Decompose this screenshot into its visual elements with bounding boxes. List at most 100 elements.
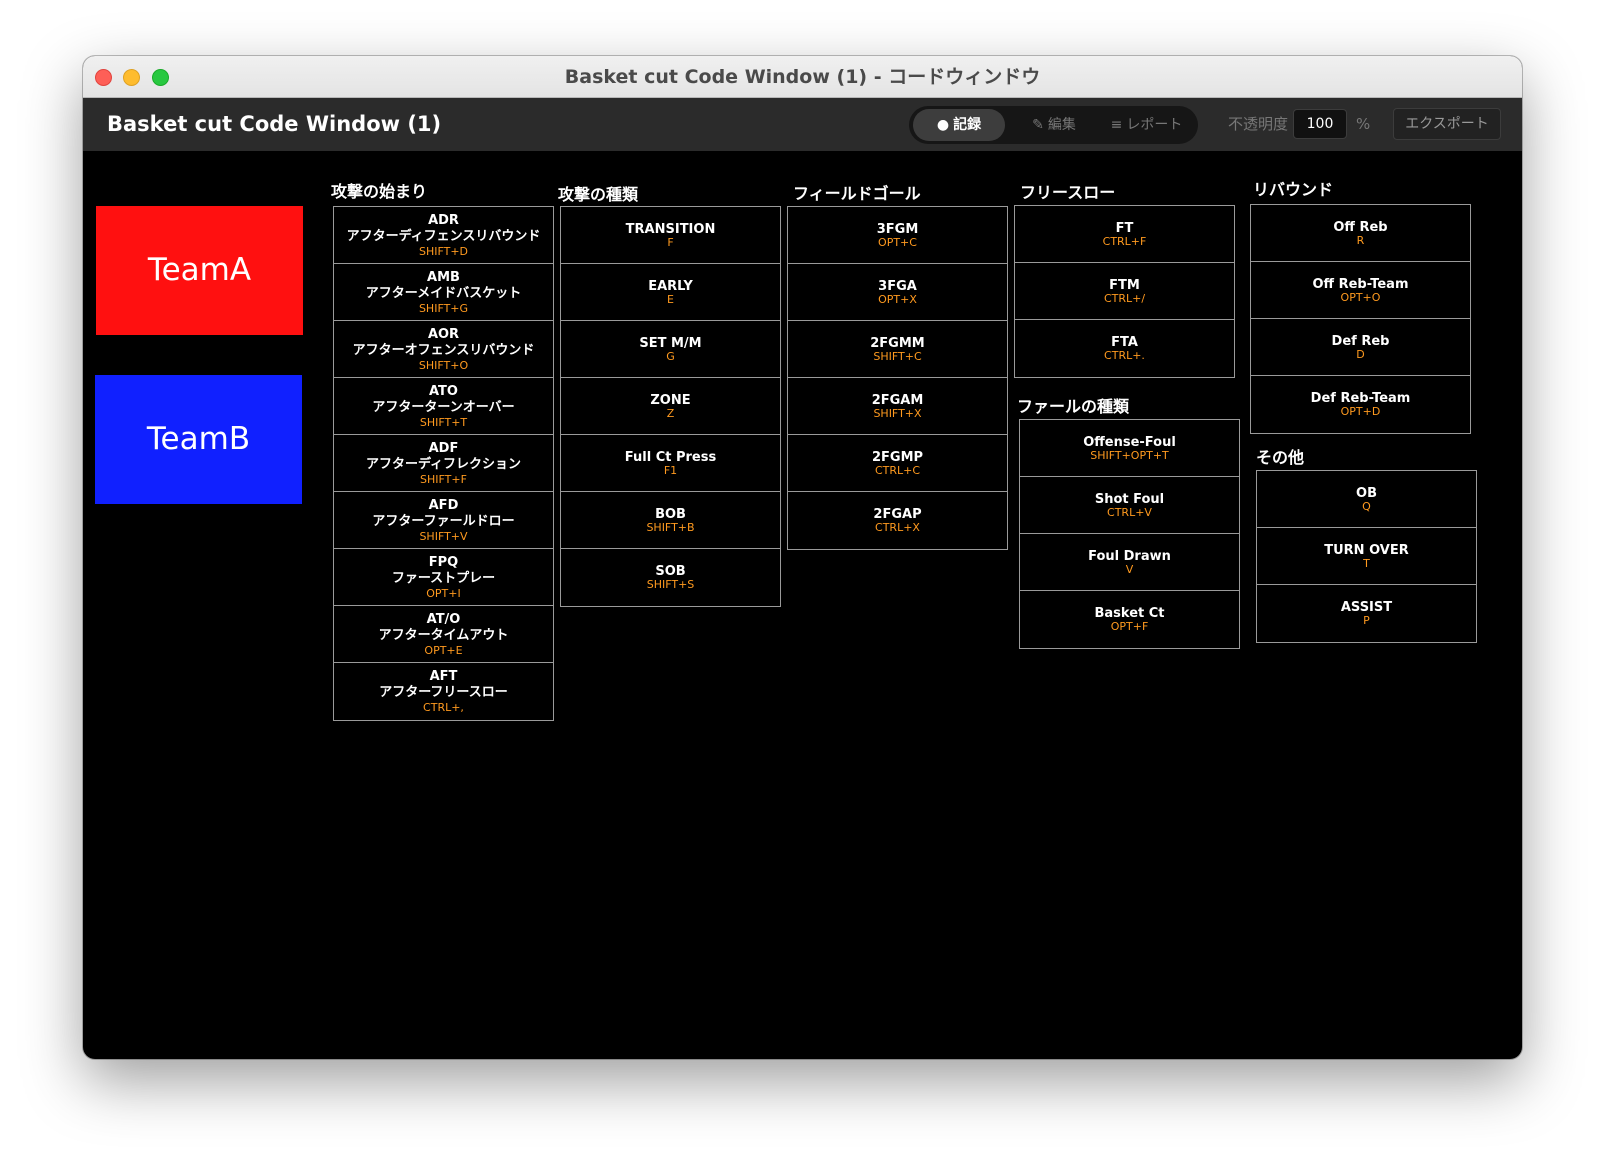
- team-a-button[interactable]: TeamA: [96, 206, 303, 335]
- shortcut-key: CTRL+,: [423, 701, 464, 714]
- code-button-attack-start[interactable]: AFT アフターフリースロー CTRL+,: [334, 663, 553, 720]
- code-name: FTM: [1109, 277, 1140, 293]
- code-name: Basket Ct: [1094, 606, 1165, 621]
- code-button-free-throw[interactable]: FT CTRL+F: [1015, 206, 1234, 263]
- section-title-attack-start: 攻撃の始まり: [331, 182, 428, 201]
- code-name: Full Ct Press: [624, 449, 717, 465]
- code-name: TRANSITION: [625, 221, 716, 237]
- code-button-foul-type[interactable]: Foul Drawn V: [1020, 534, 1239, 591]
- mode-switcher: ● 記録 ✎ 編集 ≡ レポート: [909, 106, 1198, 144]
- shortcut-key: F1: [663, 463, 678, 477]
- code-button-attack-type[interactable]: SOB SHIFT+S: [561, 549, 780, 606]
- code-name: 3FGM: [876, 221, 919, 237]
- shortcut-key: F: [667, 235, 674, 249]
- code-button-attack-type[interactable]: EARLY E: [561, 264, 780, 321]
- record-mode-label: 記録: [953, 117, 982, 133]
- section-title-free-throw: フリースロー: [1020, 183, 1116, 202]
- code-button-foul-type[interactable]: Shot Foul CTRL+V: [1020, 477, 1239, 534]
- other-code-list: OB Q TURN OVER T ASSIST P: [1256, 470, 1477, 643]
- shortcut-key: SHIFT+T: [419, 415, 468, 429]
- code-button-other[interactable]: ASSIST P: [1257, 585, 1476, 642]
- opacity-label: 不透明度: [1228, 115, 1289, 133]
- code-button-attack-start[interactable]: ATO アフターターンオーバー SHIFT+T: [334, 378, 553, 435]
- attack-start-code-list: ADR アフターディフェンスリバウンド SHIFT+D AMB アフターメイドバスケット…: [333, 206, 554, 721]
- app-title: Basket cut Code Window (1): [107, 112, 442, 136]
- code-button-field-goal[interactable]: 2FGMM SHIFT+C: [788, 321, 1007, 378]
- code-button-foul-type[interactable]: Basket Ct OPT+F: [1020, 591, 1239, 648]
- code-button-attack-type[interactable]: BOB SHIFT+B: [561, 492, 780, 549]
- opacity-input[interactable]: [1293, 109, 1347, 139]
- code-name: SOB: [655, 564, 686, 579]
- code-button-attack-type[interactable]: TRANSITION F: [561, 207, 780, 264]
- edit-mode-label: 編集: [1047, 117, 1076, 133]
- code-button-attack-start[interactable]: FPQ ファーストプレー OPT+I: [334, 549, 553, 606]
- code-name: Offense-Foul: [1083, 434, 1176, 450]
- code-name: ATO: [429, 383, 458, 399]
- shortcut-key: CTRL+F: [1102, 234, 1147, 248]
- shortcut-key: SHIFT+S: [646, 578, 695, 591]
- code-button-foul-type[interactable]: Offense-Foul SHIFT+OPT+T: [1020, 420, 1239, 477]
- code-description: アフターフリースロー: [379, 685, 508, 700]
- report-mode-button[interactable]: ≡ レポート: [1099, 109, 1194, 141]
- code-name: ASSIST: [1340, 600, 1393, 615]
- code-button-field-goal[interactable]: 2FGAP CTRL+X: [788, 492, 1007, 549]
- code-button-attack-start[interactable]: AFD アフターファールドロー SHIFT+V: [334, 492, 553, 549]
- code-name: AT/O: [426, 611, 461, 627]
- code-button-attack-start[interactable]: ADF アフターディフレクション SHIFT+F: [334, 435, 553, 492]
- shortcut-key: Z: [666, 406, 675, 420]
- code-button-rebound[interactable]: Off Reb R: [1251, 205, 1470, 262]
- list-icon: ≡: [1110, 117, 1123, 133]
- code-button-attack-type[interactable]: ZONE Z: [561, 378, 780, 435]
- code-name: AFT: [429, 669, 458, 684]
- code-button-attack-start[interactable]: AMB アフターメイドバスケット SHIFT+G: [334, 264, 553, 321]
- code-button-attack-start[interactable]: ADR アフターディフェンスリバウンド SHIFT+D: [334, 207, 553, 264]
- code-name: AOR: [427, 326, 460, 342]
- shortcut-key: SHIFT+O: [418, 358, 469, 372]
- code-button-rebound[interactable]: Def Reb-Team OPT+D: [1251, 376, 1470, 433]
- code-description: アフターターンオーバー: [372, 399, 515, 415]
- code-button-attack-start[interactable]: AOR アフターオフェンスリバウンド SHIFT+O: [334, 321, 553, 378]
- export-button[interactable]: エクスポート: [1393, 108, 1501, 140]
- code-name: Foul Drawn: [1088, 548, 1171, 564]
- code-name: 2FGMP: [871, 449, 924, 465]
- code-button-attack-type[interactable]: SET M/M G: [561, 321, 780, 378]
- code-name: AMB: [427, 269, 460, 285]
- code-button-free-throw[interactable]: FTA CTRL+.: [1015, 320, 1234, 377]
- code-button-rebound[interactable]: Off Reb-Team OPT+O: [1251, 262, 1470, 319]
- shortcut-key: SHIFT+D: [418, 244, 469, 258]
- code-button-field-goal[interactable]: 3FGM OPT+C: [788, 207, 1007, 264]
- shortcut-key: SHIFT+C: [873, 349, 922, 363]
- shortcut-key: R: [1356, 233, 1365, 247]
- code-button-attack-type[interactable]: Full Ct Press F1: [561, 435, 780, 492]
- edit-mode-button[interactable]: ✎ 編集: [1013, 109, 1095, 141]
- shortcut-key: SHIFT+X: [873, 406, 922, 420]
- code-name: ADR: [428, 212, 459, 228]
- code-button-field-goal[interactable]: 2FGAM SHIFT+X: [788, 378, 1007, 435]
- code-button-field-goal[interactable]: 2FGMP CTRL+C: [788, 435, 1007, 492]
- section-title-foul-type: ファールの種類: [1017, 397, 1130, 416]
- shortcut-key: SHIFT+F: [420, 472, 467, 486]
- code-name: Off Reb-Team: [1312, 276, 1409, 292]
- field-goal-code-list: 3FGM OPT+C 3FGA OPT+X 2FGMM SHIFT+C 2FGAM SHIFT…: [787, 206, 1008, 550]
- code-description: アフタータイムアウト: [378, 627, 509, 643]
- code-button-free-throw[interactable]: FTM CTRL+/: [1015, 263, 1234, 320]
- shortcut-key: G: [666, 349, 675, 363]
- code-description: アフターオフェンスリバウンド: [352, 342, 535, 358]
- shortcut-key: SHIFT+V: [419, 529, 468, 543]
- shortcut-key: OPT+I: [426, 586, 461, 600]
- shortcut-key: OPT+E: [424, 643, 463, 657]
- shortcut-key: CTRL+V: [1107, 505, 1152, 519]
- team-b-button[interactable]: TeamB: [95, 375, 302, 504]
- window-titlebar[interactable]: Basket cut Code Window (1) - コードウィンドウ: [83, 56, 1522, 98]
- code-button-rebound[interactable]: Def Reb D: [1251, 319, 1470, 376]
- shortcut-key: SHIFT+OPT+T: [1090, 448, 1169, 462]
- record-mode-button[interactable]: ● 記録: [913, 109, 1005, 141]
- code-button-attack-start[interactable]: AT/O アフタータイムアウト OPT+E: [334, 606, 553, 663]
- code-button-field-goal[interactable]: 3FGA OPT+X: [788, 264, 1007, 321]
- code-button-other[interactable]: TURN OVER T: [1257, 528, 1476, 585]
- free-throw-code-list: FT CTRL+F FTM CTRL+/FTA CTRL+.: [1014, 205, 1235, 378]
- code-name: Shot Foul: [1094, 491, 1165, 507]
- shortcut-key: SHIFT+B: [646, 520, 695, 534]
- code-button-other[interactable]: OB Q: [1257, 471, 1476, 528]
- code-name: FTA: [1111, 335, 1138, 350]
